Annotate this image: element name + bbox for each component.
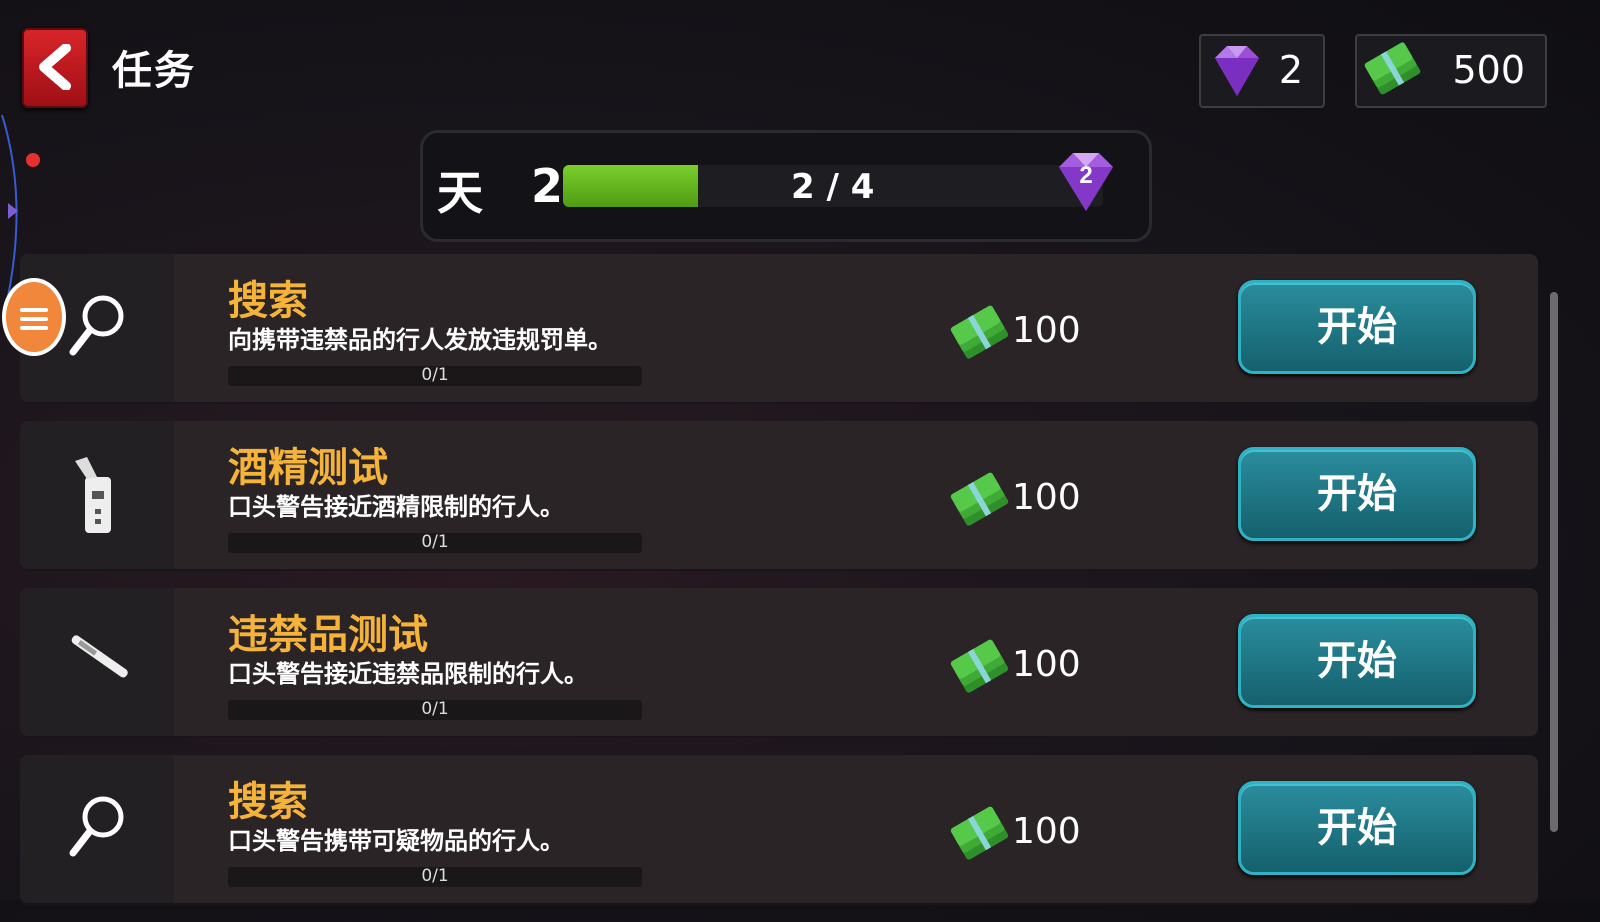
gem-icon — [1207, 40, 1267, 106]
cash-reward-icon — [950, 300, 1010, 370]
menu-button[interactable] — [2, 278, 66, 356]
daily-progress-text: 2 / 4 — [791, 167, 875, 207]
day-label: 天 — [437, 166, 483, 220]
gem-counter[interactable]: 2 — [1199, 34, 1325, 108]
breathalyzer-icon — [75, 457, 111, 533]
task-name: 搜索 — [228, 779, 308, 825]
magnifier-icon — [69, 295, 124, 356]
daily-reward-gem-icon[interactable]: 2 — [1053, 147, 1119, 219]
cash-counter[interactable]: 500 — [1355, 34, 1547, 108]
task-card: 搜索 向携带违禁品的行人发放违规罚单。 0/1 100 开始 — [20, 254, 1538, 402]
task-description: 向携带违禁品的行人发放违规罚单。 — [228, 326, 612, 354]
task-reward-value: 100 — [1012, 811, 1081, 852]
task-reward-value: 100 — [1012, 644, 1081, 685]
back-button[interactable] — [22, 28, 88, 108]
day-number: 2 — [531, 159, 564, 213]
page-title: 任务 — [112, 48, 196, 94]
swab-icon — [71, 635, 128, 678]
start-button[interactable]: 开始 — [1238, 614, 1476, 708]
task-card: 酒精测试 口头警告接近酒精限制的行人。 0/1 100 开始 — [20, 421, 1538, 569]
task-name: 搜索 — [228, 278, 308, 324]
task-icon-cell — [20, 421, 174, 569]
task-name: 违禁品测试 — [228, 612, 428, 658]
task-list: 搜索 向携带违禁品的行人发放违规罚单。 0/1 100 开始 酒精测试 口头警告… — [20, 254, 1538, 922]
start-button[interactable]: 开始 — [1238, 447, 1476, 541]
task-icon-cell — [20, 588, 174, 736]
daily-reward-gem-count: 2 — [1079, 162, 1092, 189]
start-button[interactable]: 开始 — [1238, 781, 1476, 875]
task-description: 口头警告接近酒精限制的行人。 — [228, 493, 564, 521]
cash-icon — [1363, 40, 1425, 106]
menu-icon-line — [20, 317, 48, 321]
cash-reward-icon — [950, 467, 1010, 537]
task-icon-cell — [20, 755, 174, 903]
notification-dot — [26, 153, 40, 167]
scrollbar[interactable] — [1550, 292, 1558, 832]
gem-count: 2 — [1278, 48, 1303, 92]
task-reward-value: 100 — [1012, 477, 1081, 518]
task-progress-text: 0/1 — [421, 699, 449, 719]
task-progress-text: 0/1 — [421, 365, 449, 385]
start-button[interactable]: 开始 — [1238, 280, 1476, 374]
task-card: 搜索 口头警告携带可疑物品的行人。 0/1 100 开始 — [20, 755, 1538, 903]
menu-icon-line — [20, 308, 48, 312]
chevron-left-icon — [39, 44, 71, 90]
task-description: 口头警告接近违禁品限制的行人。 — [228, 660, 588, 688]
task-description: 口头警告携带可疑物品的行人。 — [228, 827, 564, 855]
cash-reward-icon — [950, 801, 1010, 871]
magnifier-icon — [69, 796, 124, 857]
daily-progress-fill — [563, 165, 698, 207]
task-name: 酒精测试 — [228, 445, 388, 491]
daily-progress-panel: 天 2 2 / 4 2 — [420, 130, 1152, 242]
top-bar: 任务 2 500 — [0, 0, 1600, 130]
cash-count: 500 — [1452, 48, 1525, 92]
task-reward-value: 100 — [1012, 310, 1081, 351]
task-progress-text: 0/1 — [421, 532, 449, 552]
task-progress-text: 0/1 — [421, 866, 449, 886]
task-card: 违禁品测试 口头警告接近违禁品限制的行人。 0/1 100 开始 — [20, 588, 1538, 736]
cash-reward-icon — [950, 634, 1010, 704]
menu-icon-line — [20, 326, 48, 330]
